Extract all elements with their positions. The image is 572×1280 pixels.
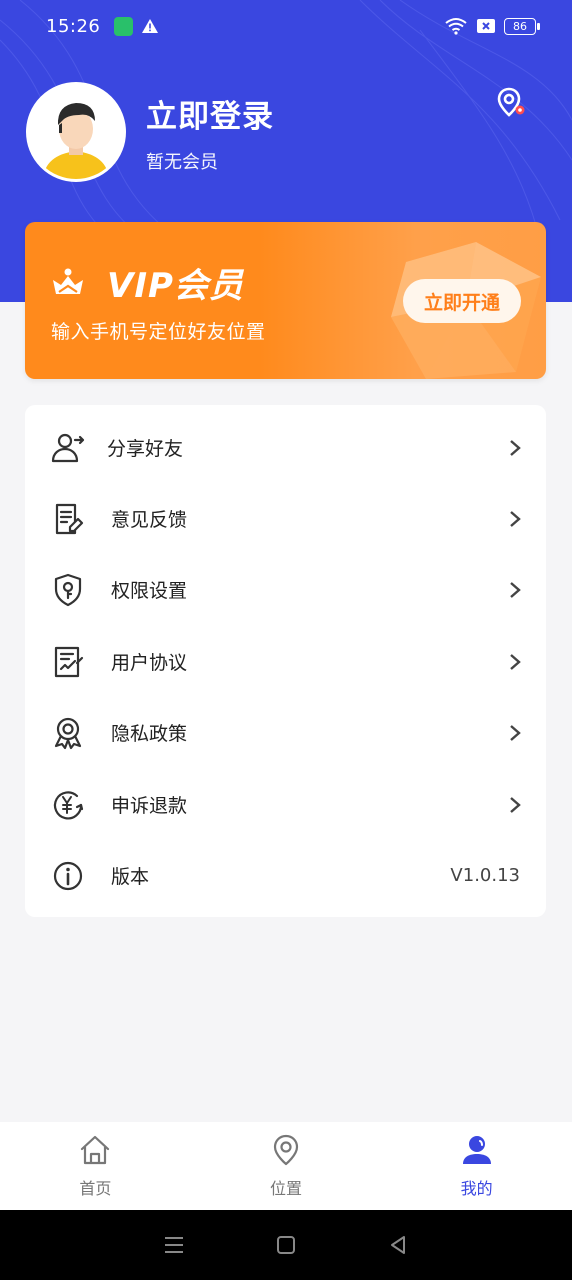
warning-icon [142,19,159,33]
app-notification-icon [114,16,134,36]
menu-label: 分享好友 [107,438,184,460]
vip-subtitle: 输入手机号定位好友位置 [51,321,266,343]
menu-nav-icon[interactable] [162,1233,186,1257]
vip-membership-card[interactable]: VIP会员 输入手机号定位好友位置 立即开通 [25,222,546,379]
chevron-right-icon [510,796,521,813]
status-bar: 15:26 86 [0,0,572,52]
privacy-badge-icon [54,717,82,749]
menu-label: 意见反馈 [111,509,188,531]
chevron-right-icon [510,439,521,456]
battery-indicator: 86 [504,17,540,35]
settings-menu: 分享好友 意见反馈 权限设置 用户协议 隐私政策 申诉退款 版本 V1.0.13 [25,405,546,917]
menu-item-share-friend[interactable]: 分享好友 [25,412,546,483]
locate-friend-icon[interactable] [494,86,528,120]
tab-profile[interactable]: 我的 [381,1122,572,1210]
menu-item-permission-settings[interactable]: 权限设置 [25,554,546,625]
menu-label: 权限设置 [111,580,188,602]
menu-item-version[interactable]: 版本 V1.0.13 [25,840,546,911]
menu-item-user-agreement[interactable]: 用户协议 [25,626,546,697]
status-time: 15:26 [46,15,101,37]
permission-shield-icon [54,573,82,606]
menu-item-privacy-policy[interactable]: 隐私政策 [25,697,546,768]
agreement-doc-icon [54,646,84,677]
back-nav-icon[interactable] [386,1233,410,1257]
menu-item-feedback[interactable]: 意见反馈 [25,483,546,554]
home-icon [81,1135,110,1165]
chevron-right-icon [510,653,521,670]
sim-off-icon [477,19,495,33]
vip-title: VIP会员 [107,266,244,306]
home-nav-icon[interactable] [274,1233,298,1257]
menu-label: 版本 [111,866,150,888]
menu-label: 隐私政策 [111,723,188,745]
tab-label: 我的 [460,1179,493,1198]
location-pin-icon [273,1134,299,1166]
version-value: V1.0.13 [450,865,520,886]
login-title[interactable]: 立即登录 [146,91,274,136]
system-navigation-bar [0,1210,572,1280]
chevron-right-icon [510,581,521,598]
chevron-right-icon [510,510,521,527]
feedback-icon [55,503,84,534]
open-vip-button[interactable]: 立即开通 [403,279,521,323]
profile-header[interactable]: 立即登录 暂无会员 [26,82,274,182]
wifi-icon [445,18,467,35]
tab-label: 首页 [79,1179,112,1198]
tab-location[interactable]: 位置 [191,1122,382,1210]
bottom-tab-bar: 首页 位置 我的 [0,1122,572,1210]
member-status: 暂无会员 [146,151,218,173]
crown-icon [53,268,83,294]
chevron-right-icon [510,724,521,741]
tab-label: 位置 [270,1179,303,1198]
tab-home[interactable]: 首页 [0,1122,191,1210]
info-icon [53,861,83,890]
default-avatar-illustration [29,85,123,179]
profile-icon [462,1136,491,1164]
menu-label: 用户协议 [111,652,188,674]
menu-label: 申诉退款 [111,795,188,817]
avatar[interactable] [26,82,126,182]
share-friend-icon [51,433,85,462]
menu-item-refund-appeal[interactable]: 申诉退款 [25,769,546,840]
refund-yen-icon [53,790,84,819]
